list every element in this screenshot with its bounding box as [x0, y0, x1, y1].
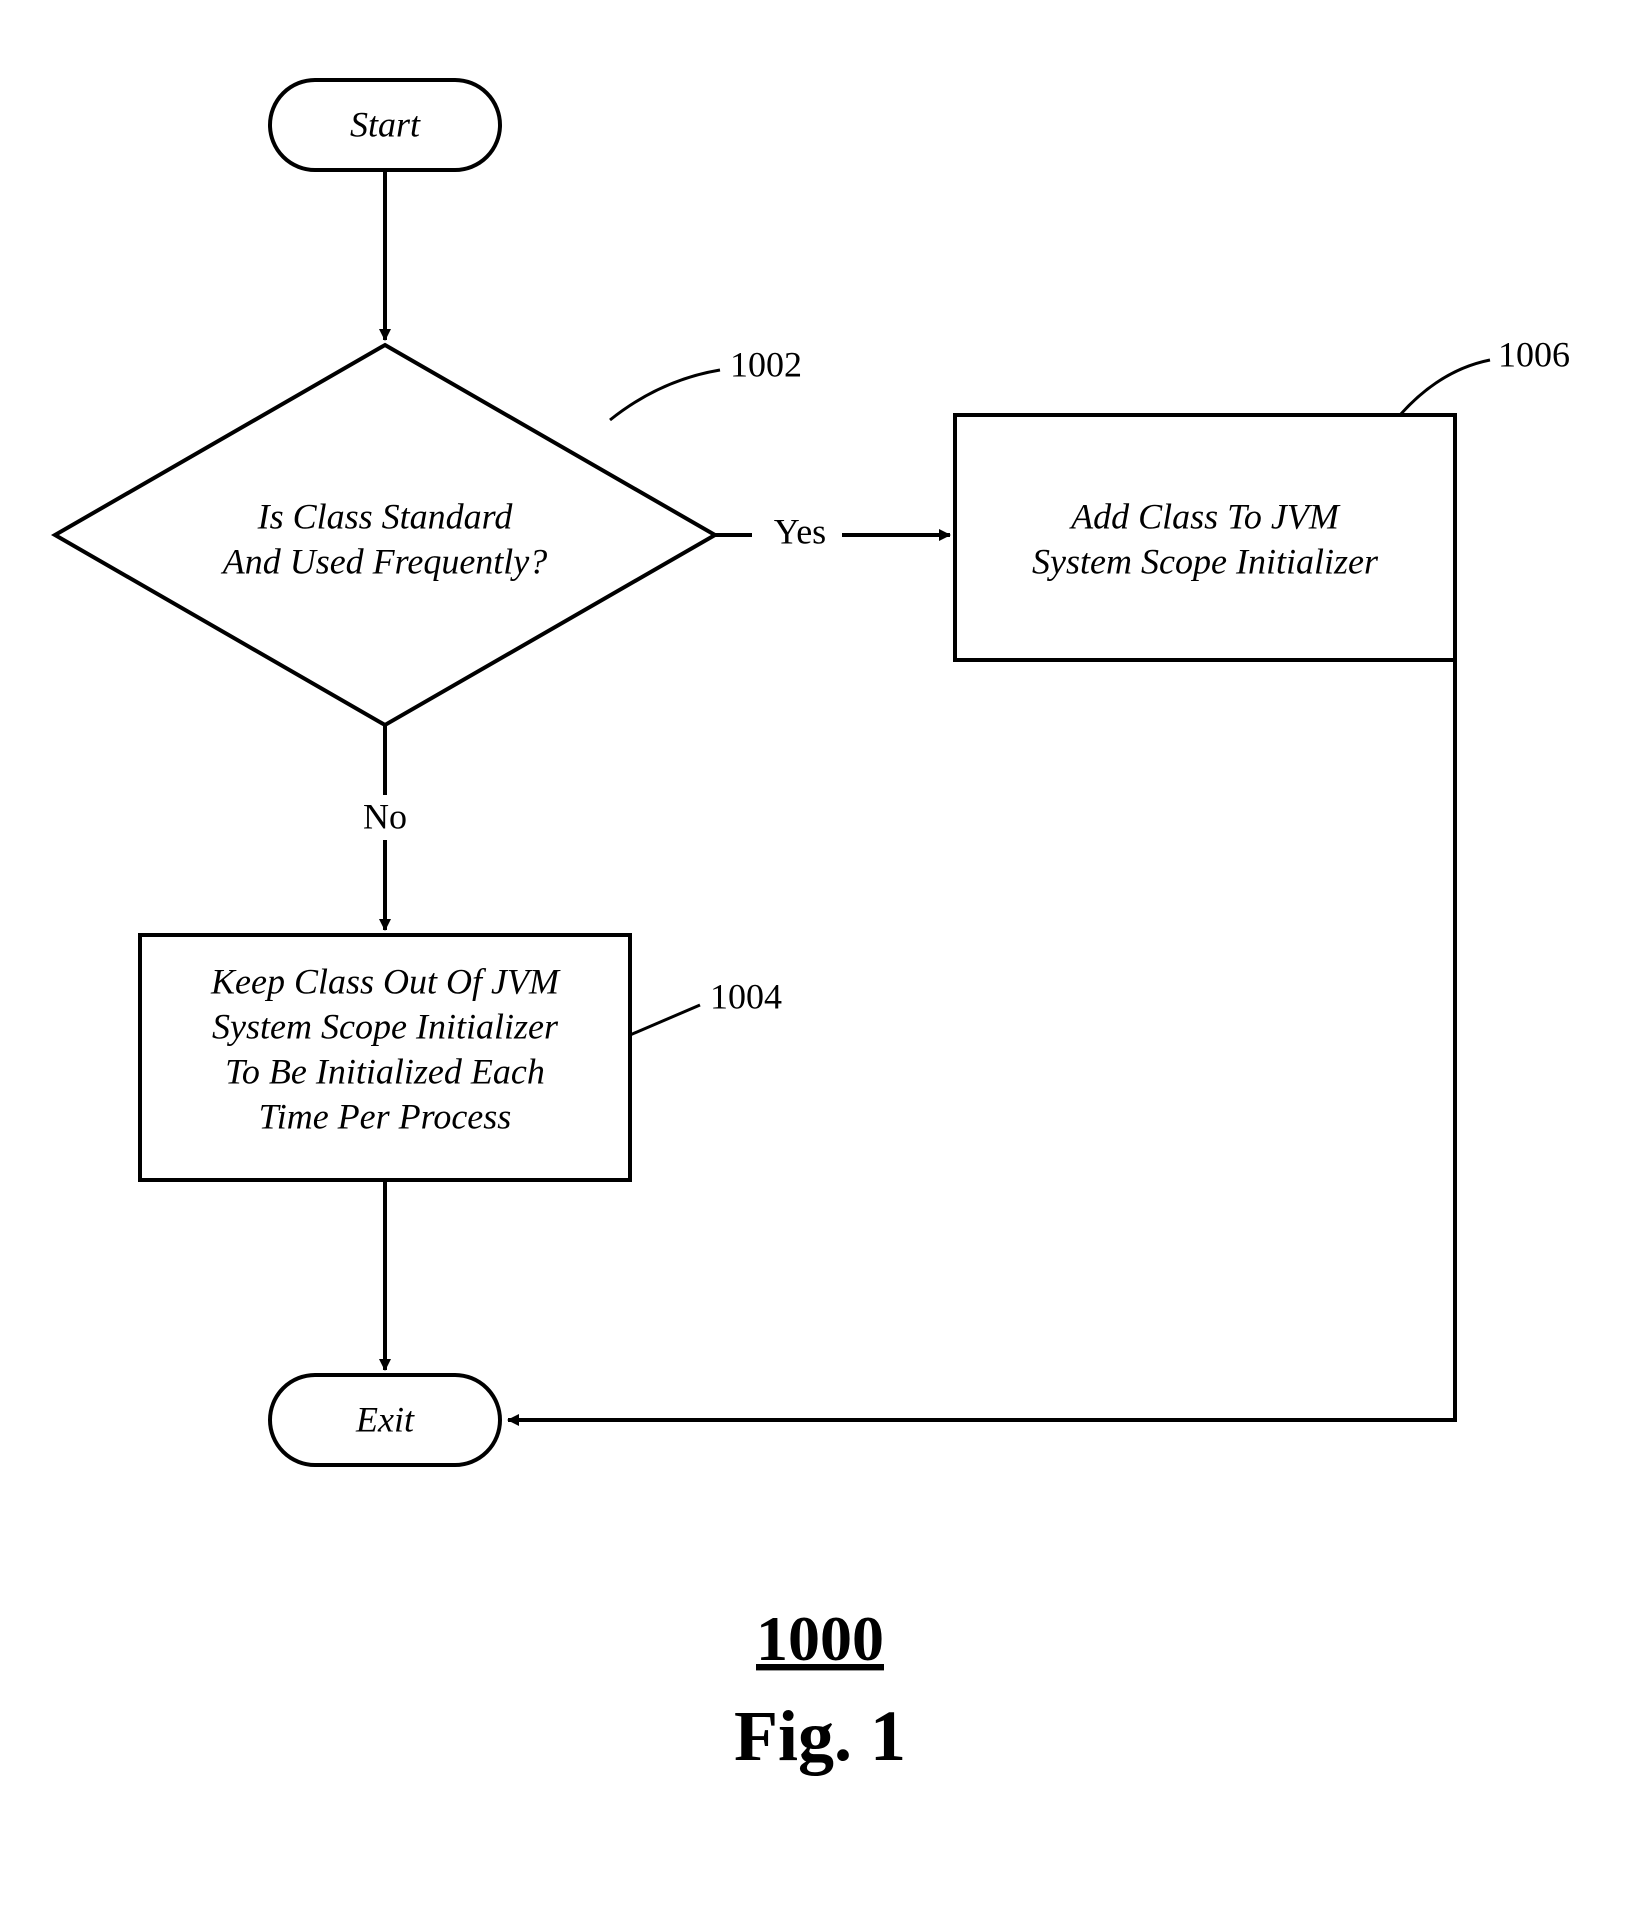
process-yes-node: Add Class To JVM System Scope Initialize… [955, 415, 1455, 660]
process-yes-line1: Add Class To JVM [1069, 496, 1341, 536]
decision-node: Is Class Standard And Used Frequently? [55, 345, 715, 725]
figure-caption: Fig. 1 [734, 1696, 906, 1776]
process-yes-refnum: 1006 [1498, 334, 1570, 374]
yes-label: Yes [774, 511, 826, 551]
edge-yes-exit [508, 660, 1455, 1420]
process-no-ref: 1004 [630, 976, 782, 1035]
exit-node: Exit [270, 1375, 500, 1465]
start-node: Start [270, 80, 500, 170]
process-no-node: Keep Class Out Of JVM System Scope Initi… [140, 935, 630, 1180]
edge-yes: Yes [715, 511, 950, 551]
process-no-refnum: 1004 [710, 976, 782, 1016]
process-no-line4: Time Per Process [259, 1096, 512, 1136]
process-no-line2: System Scope Initializer [212, 1006, 559, 1046]
process-yes-line2: System Scope Initializer [1032, 541, 1379, 581]
process-yes-ref: 1006 [1400, 334, 1570, 415]
start-text: Start [350, 104, 421, 144]
exit-text: Exit [355, 1399, 415, 1439]
decision-line2: And Used Frequently? [221, 541, 548, 581]
flowchart: Start Is Class Standard And Used Frequen… [0, 0, 1638, 1923]
decision-refnum: 1002 [730, 344, 802, 384]
edge-no: No [363, 725, 407, 930]
decision-line1: Is Class Standard [257, 496, 514, 536]
no-label: No [363, 796, 407, 836]
decision-ref: 1002 [610, 344, 802, 420]
process-no-line3: To Be Initialized Each [225, 1051, 545, 1091]
process-no-line1: Keep Class Out Of JVM [210, 961, 561, 1001]
figure-number: 1000 [756, 1603, 884, 1674]
